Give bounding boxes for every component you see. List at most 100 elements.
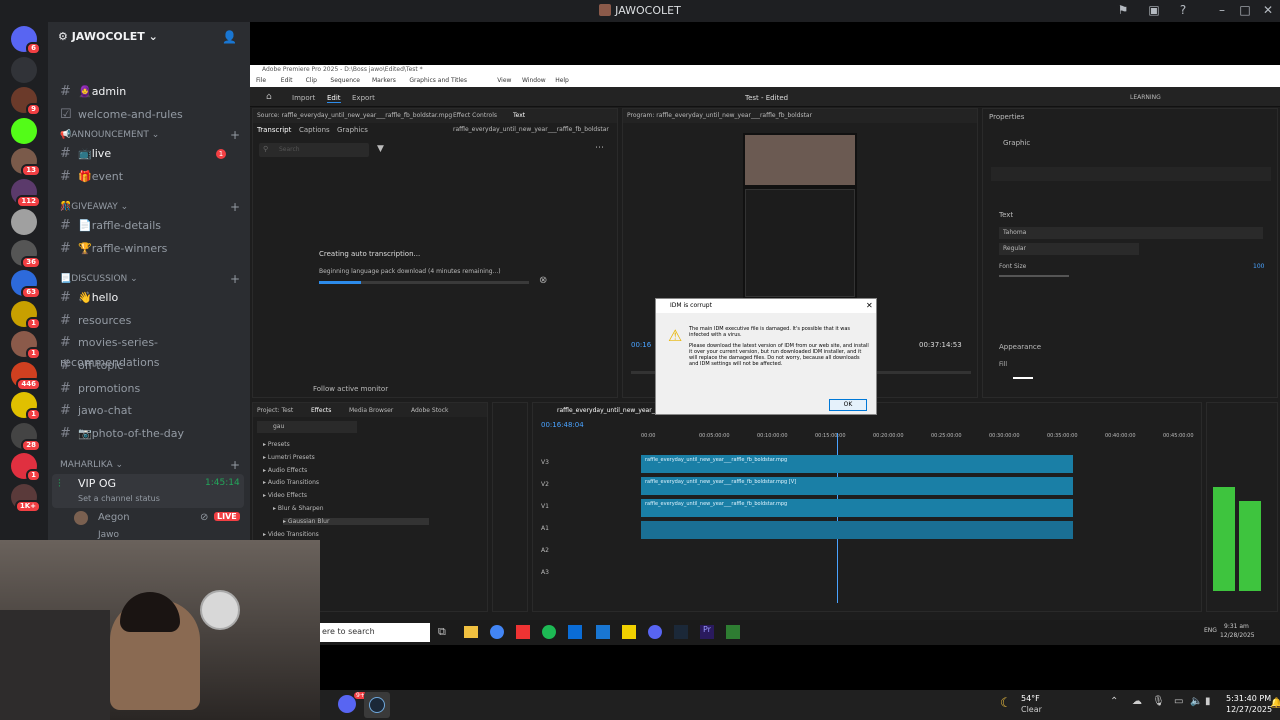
server-icon-server-6[interactable] [11,209,37,235]
channel-item[interactable]: # 📷photo-of-the-day [60,424,240,444]
video-clip[interactable]: raffle_everyday_until_new_year___raffle_… [641,455,1073,473]
timeline-ruler[interactable]: 00:00 00:05:00:00 00:10:00:00 00:15:00:00 00… [641,433,1194,445]
track-label[interactable]: V2 [541,481,549,488]
more-icon[interactable]: ⋯ [595,143,604,153]
invite-people-icon[interactable]: 👤 [222,30,237,44]
tab-edit[interactable]: Edit [327,94,341,103]
effects-tree-item[interactable]: ▸ Audio Transitions [263,479,319,486]
help-icon[interactable]: ? [1176,3,1190,17]
font-dropdown[interactable]: Tahoma [999,227,1263,239]
server-icon-server-11[interactable]: 1 [11,331,41,360]
effects-tree-item[interactable]: ▸ Presets [263,441,290,448]
server-icon-server-16[interactable]: 1K+ [11,483,41,513]
tray-app-icon[interactable]: ☁ [1132,696,1142,707]
graphics-tab[interactable]: Graphics [337,126,368,134]
brave-icon[interactable] [516,625,530,639]
channel-category[interactable]: 📢ANNOUNCEMENT ⌄ + [60,128,240,142]
fill-swatch[interactable] [1013,377,1033,379]
audio-clip[interactable] [641,521,1073,539]
add-channel-icon[interactable]: + [230,458,240,472]
idm-icon[interactable] [726,625,740,639]
close-icon[interactable]: ✕ [1261,3,1275,17]
channel-status[interactable]: Set a channel status [78,494,160,503]
effects-tree-item[interactable]: ▸ Gaussian Blur [283,517,430,525]
inbox-flag-icon[interactable]: ⚑ [1116,3,1130,17]
audio-clip[interactable] [641,565,1073,583]
network-icon[interactable]: ▭ [1174,696,1183,707]
channel-item[interactable]: # resources [60,311,240,331]
server-icon-server-i[interactable] [11,56,37,83]
search-input[interactable]: ⚲ Search [259,143,369,157]
track-label[interactable]: A1 [541,525,549,532]
learning-button[interactable]: LEARNING [1130,94,1161,101]
tab-export[interactable]: Export [352,94,375,102]
channel-item[interactable]: ☑ welcome-and-rules [60,105,240,125]
channel-item[interactable]: # promotions [60,379,240,399]
steam-icon[interactable] [674,625,688,639]
add-channel-icon[interactable]: + [230,128,240,142]
font-style-dropdown[interactable]: Regular [999,243,1139,255]
effect-controls-tab[interactable]: Effect Controls [453,112,497,119]
voice-user[interactable]: Aegon ⊘ LIVE [74,510,244,526]
maximize-icon[interactable]: □ [1238,3,1252,17]
menu-sequence[interactable]: Sequence [330,77,360,84]
project-tab[interactable]: Project: Test [257,407,293,414]
app-icon-yellow[interactable] [622,625,636,639]
channel-item[interactable]: # 📄raffle-details [60,216,240,236]
follow-active-monitor[interactable]: Follow active monitor [313,385,388,393]
effects-tree-item[interactable]: ▸ Lumetri Presets [263,454,315,461]
menu-markers[interactable]: Markers [372,77,396,84]
spotify-icon[interactable] [542,625,556,639]
channel-category[interactable]: 🎊GIVEAWAY ⌄ + [60,200,240,214]
menu-graphics-and-titles[interactable]: Graphics and Titles [409,77,467,84]
source-label[interactable]: Source: raffle_everyday_until_new_year__… [257,112,452,119]
taskbar-search[interactable]: ere to search [320,623,430,642]
menu-edit[interactable]: Edit [281,77,293,84]
mic-icon[interactable]: 🎙 [1152,696,1165,707]
notification-icon[interactable]: 🔔 [1270,698,1280,709]
server-icon-server-13[interactable]: 1 [11,392,41,421]
server-icon-server-10[interactable]: 1 [11,300,41,330]
text-tab[interactable]: Text [513,112,525,119]
channel-item[interactable]: # jawo-chat [60,401,240,421]
server-icon-discord-home[interactable]: 6 [11,26,41,55]
server-name[interactable]: ⚙ JAWOCOLET ⌄ [58,30,158,43]
effects-search-input[interactable]: gau [257,421,357,433]
menu-help[interactable]: Help [555,77,569,84]
track-label[interactable]: A3 [541,569,549,576]
channel-item[interactable]: # 🏆raffle-winners [60,239,240,259]
effects-tree-item[interactable]: ▸ Audio Effects [263,467,307,474]
outlook-icon[interactable] [568,625,582,639]
battery-icon[interactable]: ▮ [1205,696,1211,707]
track-label[interactable]: A2 [541,547,549,554]
clock-time[interactable]: 5:31:40 PM [1226,694,1271,703]
chrome-icon[interactable] [490,625,504,639]
channel-item[interactable]: # 📺live 1 [60,144,240,164]
cancel-download-icon[interactable]: ⊗ [539,275,547,286]
home-icon[interactable]: ⌂ [266,92,272,102]
tray-chevron-icon[interactable]: ⌃ [1110,696,1118,707]
effects-tab[interactable]: Effects [311,407,331,414]
screen-icon[interactable]: ▣ [1147,3,1161,17]
effects-tree-item[interactable]: ▸ Video Transitions [263,531,319,538]
transcript-tab[interactable]: Transcript [257,126,291,134]
ok-button[interactable]: OK [829,399,867,411]
weather-condition[interactable]: Clear [1021,705,1042,714]
add-channel-icon[interactable]: + [230,272,240,286]
steam-app-button[interactable] [364,692,390,718]
inner-clock-time[interactable]: 9:31 am [1224,623,1249,630]
dialog-close-icon[interactable]: ✕ [866,301,873,310]
media-browser-tab[interactable]: Media Browser [349,407,393,414]
filter-icon[interactable]: ▼ [377,144,384,154]
channel-item[interactable]: # off-topic [60,356,240,376]
video-clip[interactable]: raffle_everyday_until_new_year___raffle_… [641,499,1073,517]
premiere-icon[interactable]: Pr [700,625,714,639]
volume-icon[interactable]: 🔈 [1190,696,1202,707]
language-indicator[interactable]: ENG [1204,627,1217,634]
tab-import[interactable]: Import [292,94,315,102]
channel-category[interactable]: 📃DISCUSSION ⌄ + [60,272,240,286]
menu-clip[interactable]: Clip [306,77,317,84]
channel-item[interactable]: # 🧕admin [60,82,240,102]
font-size-value[interactable]: 100 [1253,263,1264,270]
track-label[interactable]: V1 [541,503,549,510]
